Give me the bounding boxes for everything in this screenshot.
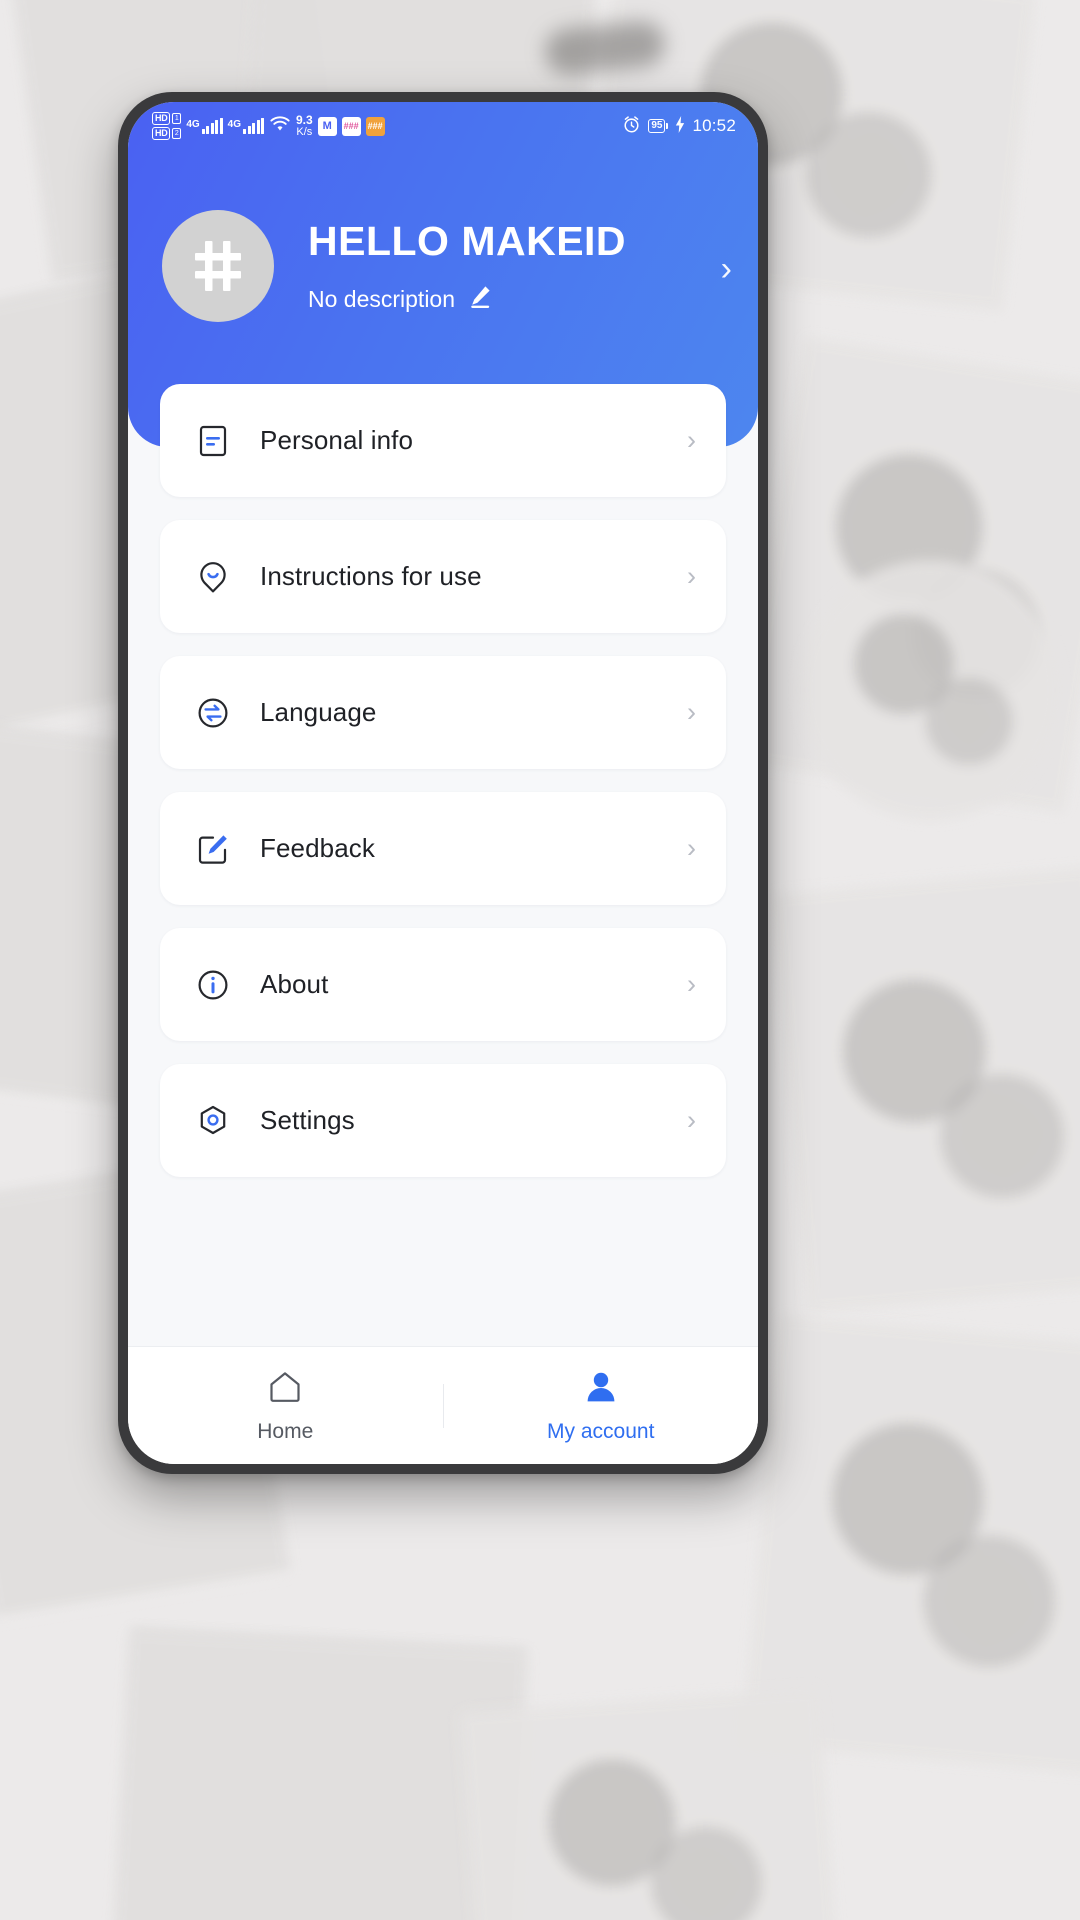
menu-item-label: Feedback [260, 833, 375, 863]
nav-tab-home[interactable]: Home [128, 1347, 443, 1464]
pencil-icon[interactable] [467, 283, 493, 315]
hexagon-gear-icon [194, 1102, 232, 1140]
menu-item-personal-info[interactable]: Personal info › [160, 384, 726, 497]
smile-pin-icon [194, 558, 232, 596]
profile-description: No description [308, 285, 456, 312]
profile-description-row[interactable]: No description [308, 283, 721, 315]
chevron-right-icon: › [687, 1105, 696, 1135]
phone-screen: HD 1 HD 2 4G 4G 9.3 K/s M ### ### 95 10:… [128, 102, 758, 1464]
menu-item-feedback[interactable]: Feedback › [160, 792, 726, 905]
phone-device-frame: HD 1 HD 2 4G 4G 9.3 K/s M ### ### 95 10:… [118, 92, 768, 1474]
menu-item-instructions-for-use[interactable]: Instructions for use › [160, 520, 726, 633]
nav-tab-label: My account [547, 1419, 655, 1443]
chevron-right-icon: › [687, 425, 696, 455]
person-icon [582, 1368, 620, 1411]
edit-square-icon [194, 830, 232, 868]
profile-section[interactable]: HELLO MAKEID No description › [128, 102, 758, 322]
avatar[interactable] [162, 210, 274, 322]
page-title: HELLO MAKEID [308, 218, 627, 264]
info-circle-icon [194, 966, 232, 1004]
menu-item-label: Instructions for use [260, 561, 482, 591]
hash-grid-icon [195, 241, 241, 291]
chevron-right-icon: › [687, 969, 696, 999]
background-circle [800, 560, 1060, 820]
chevron-right-icon: › [687, 697, 696, 727]
nav-tab-label: Home [257, 1419, 314, 1443]
profile-detail-chevron-icon[interactable]: › [721, 252, 732, 286]
menu-item-label: Settings [260, 1105, 355, 1135]
background-paper [459, 1687, 841, 1920]
home-icon [266, 1368, 304, 1411]
bottom-navigation-bar: Home My account [128, 1346, 758, 1464]
chevron-right-icon: › [687, 561, 696, 591]
menu-item-language[interactable]: Language › [160, 656, 726, 769]
menu-item-about[interactable]: About › [160, 928, 726, 1041]
profile-text-block: HELLO MAKEID No description [274, 206, 721, 315]
translate-arrows-icon [194, 694, 232, 732]
id-card-icon [194, 422, 232, 460]
menu-item-label: Personal info [260, 425, 414, 455]
background-paper [772, 866, 1080, 1314]
nav-tab-my-account[interactable]: My account [444, 1347, 759, 1464]
chevron-right-icon: › [687, 833, 696, 863]
menu-item-label: Language [260, 697, 377, 727]
menu-item-settings[interactable]: Settings › [160, 1064, 726, 1177]
settings-menu-list: Personal info › Instructions for use › L… [128, 384, 758, 1177]
menu-item-label: About [260, 969, 329, 999]
